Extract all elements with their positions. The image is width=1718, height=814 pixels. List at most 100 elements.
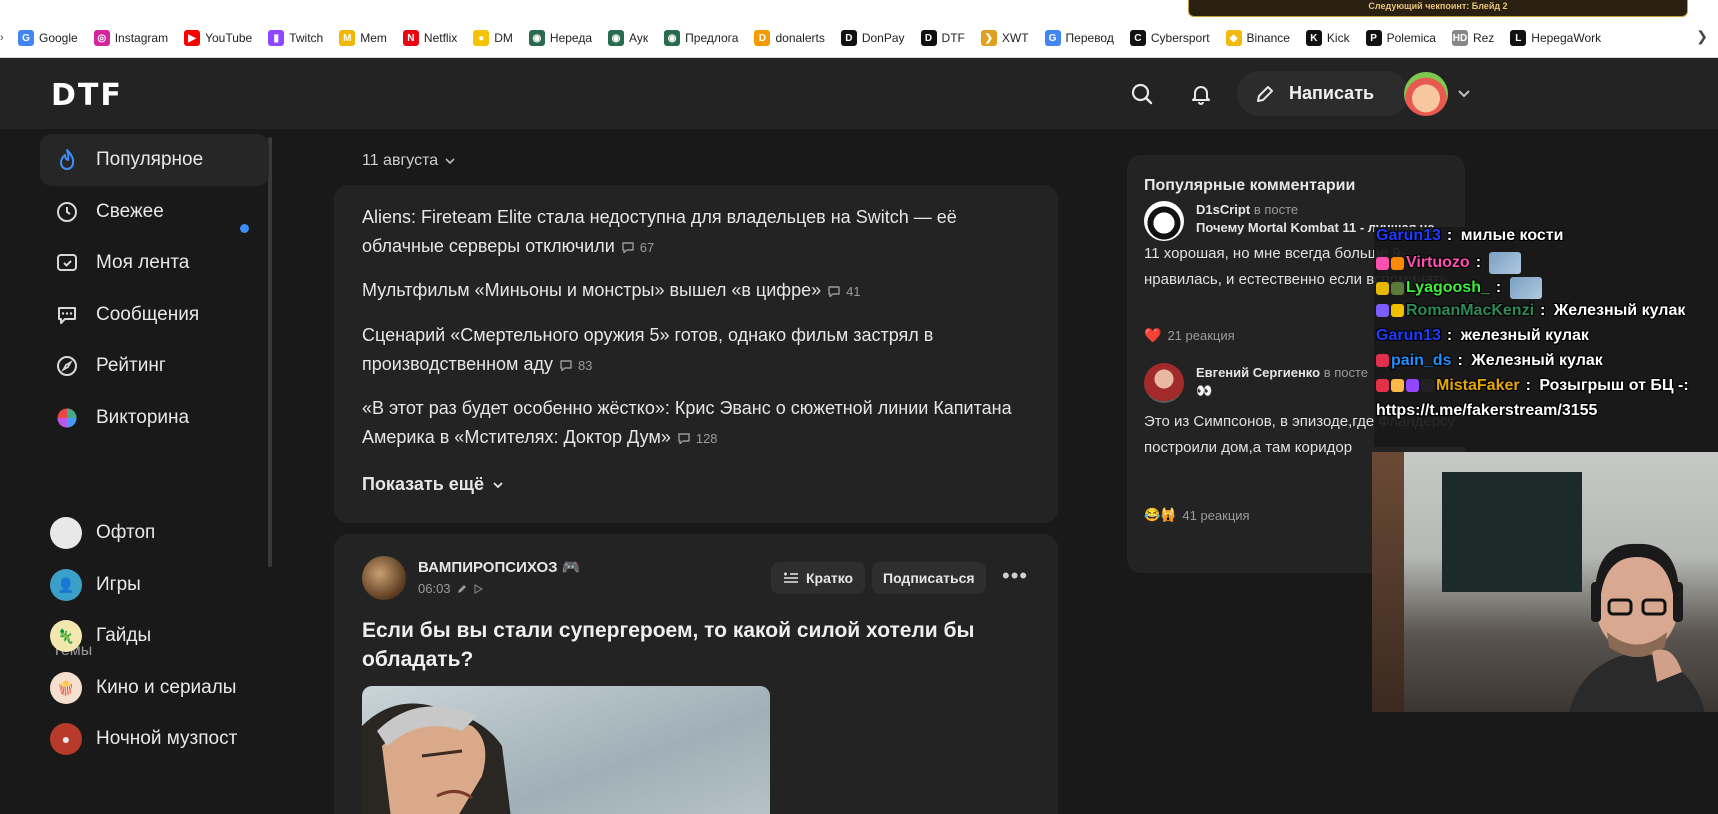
bookmark-label: Cybersport (1150, 31, 1210, 45)
notifications-bell-icon[interactable] (1190, 83, 1212, 110)
write-post-button[interactable]: Написать (1237, 71, 1409, 116)
bookmark-item[interactable]: M Mem (339, 30, 387, 46)
comment-in-post: в посте (1323, 365, 1369, 380)
chevron-down-icon[interactable] (1457, 86, 1471, 104)
chat-badge-icon (1376, 281, 1389, 295)
bookmark-item[interactable]: ◎ Instagram (93, 30, 169, 46)
bookmark-item[interactable]: D DTF (920, 30, 965, 46)
post-author-avatar[interactable] (362, 556, 406, 600)
chat-separator: : (1446, 227, 1457, 244)
subscribe-button[interactable]: Подписаться (872, 562, 986, 594)
topic-item[interactable]: 🌪 Офтоп (50, 513, 155, 553)
donpay-icon: D (840, 30, 857, 46)
bookmark-item[interactable]: ◉ Предлога (664, 30, 738, 46)
sidebar-item-2[interactable]: Свежее (40, 186, 269, 238)
bookmark-item[interactable]: HD Rez (1451, 30, 1495, 46)
news-item[interactable]: Мультфильм «Миньоны и монстры» вышел «в … (362, 276, 1022, 306)
sidebar-item-1[interactable]: Популярное (40, 134, 269, 186)
bookmark-label: Аук (629, 31, 649, 45)
fire-icon (54, 147, 80, 173)
bookmarks-overflow-icon[interactable]: ❯ (1696, 28, 1708, 45)
topic-label: Гайды (96, 625, 152, 646)
bookmark-label: Polemica (1386, 31, 1436, 45)
topic-item[interactable]: ● Ночной музпост (50, 719, 237, 759)
sidebar-item-5[interactable]: Рейтинг (40, 340, 269, 392)
bookmark-item[interactable]: L HepegaWork (1510, 30, 1601, 46)
topic-item[interactable]: 🍿 Кино и сериалы (50, 668, 236, 708)
topic-label: Кино и сериалы (96, 677, 237, 698)
chat-badge-icon (1421, 379, 1434, 393)
bookmark-item[interactable]: P Polemica (1365, 30, 1436, 46)
comment-post-link[interactable]: 👀 (1196, 383, 1212, 399)
bookmark-label: Нереда (549, 31, 593, 45)
unread-dot (240, 224, 249, 233)
post-title[interactable]: Если бы вы стали супергероем, то какой с… (362, 616, 1002, 674)
bookmark-item[interactable]: C Cybersport (1129, 30, 1210, 46)
bookmark-item[interactable]: N Netflix (402, 30, 457, 46)
twitch-icon: ▮ (268, 30, 285, 46)
bookmarks-left-overflow-icon[interactable]: › (0, 32, 18, 44)
bookmark-item[interactable]: G Перевод (1044, 30, 1114, 46)
bookmark-item[interactable]: D DonPay (840, 30, 905, 46)
webcam-shelf (1372, 452, 1404, 712)
bookmark-label: Mem (360, 31, 387, 45)
nereda-icon: ◉ (528, 30, 545, 46)
news-item[interactable]: «В этот раз будет особенно жёстко»: Крис… (362, 394, 1022, 453)
chat-username: pain_ds (1391, 352, 1452, 369)
bookmark-item[interactable]: ▶ YouTube (184, 30, 252, 46)
bookmark-item[interactable]: ● DM (473, 30, 513, 46)
bookmark-item[interactable]: ◉ Нереда (528, 30, 593, 46)
brief-button[interactable]: Кратко (771, 562, 866, 594)
bookmark-label: Instagram (114, 31, 169, 45)
sidebar-item-4[interactable]: Сообщения (40, 289, 269, 341)
show-more-button[interactable]: Показать ещё (362, 474, 504, 495)
comment-reactions[interactable]: ❤️ 21 реакция (1144, 327, 1235, 344)
bookmark-item[interactable]: K Kick (1305, 30, 1350, 46)
comment-count: 128 (677, 424, 718, 453)
hepegawork-icon: L (1510, 30, 1527, 46)
bookmark-label: XWT (1001, 31, 1029, 45)
mem-icon: M (339, 30, 356, 46)
news-item[interactable]: Сценарий «Смертельного оружия 5» готов, … (362, 321, 1022, 380)
chat-badge-icon (1376, 256, 1389, 270)
dtf-logo[interactable]: DTF (51, 78, 123, 113)
chat-badge-icon (1406, 379, 1419, 393)
sidebar-item-3[interactable]: Моя лента (40, 237, 269, 289)
bookmark-item[interactable]: Ddonalerts (754, 30, 825, 46)
topic-label: Игры (96, 574, 141, 595)
bookmark-item[interactable]: ◆ Binance (1225, 30, 1290, 46)
bookmark-item[interactable]: ▮ Twitch (268, 30, 323, 46)
bookmark-item[interactable]: ❯ XWT (980, 30, 1029, 46)
search-icon[interactable] (1131, 83, 1153, 110)
messages-icon (54, 302, 80, 328)
bookmark-item[interactable]: ◉ Аук (608, 30, 648, 46)
user-avatar[interactable] (1404, 72, 1448, 116)
news-title: Мультфильм «Миньоны и монстры» вышел «в … (362, 280, 822, 300)
comment-author-avatar[interactable] (1144, 363, 1184, 403)
chat-message: MistaFaker: Розыгрыш от БЦ -: (1376, 377, 1689, 395)
bookmark-label: Rez (1472, 31, 1495, 45)
comment-author[interactable]: D1sCript (1196, 202, 1250, 217)
write-post-label: Написать (1289, 83, 1375, 103)
topic-item[interactable]: 🦎 Гайды (50, 616, 151, 656)
comment-author-avatar[interactable] (1144, 201, 1184, 241)
chat-message: RomanMacKenzi: Железный кулак (1376, 302, 1685, 320)
date-selector[interactable]: 11 августа (362, 152, 456, 170)
bookmark-item[interactable]: G Google (18, 30, 78, 46)
sidebar-item-6[interactable]: Викторина (40, 392, 269, 444)
bookmark-label: Twitch (289, 31, 324, 45)
chat-text: Железный кулак (1471, 352, 1603, 369)
post-author-name[interactable]: ВАМПИРОПСИХОЗ 🎮 (418, 558, 580, 576)
comment-reactions[interactable]: 😂🙀 41 реакция (1144, 507, 1250, 523)
news-item[interactable]: Aliens: Fireteam Elite стала недоступна … (362, 203, 1022, 262)
instagram-icon: ◎ (93, 30, 110, 46)
post-time: 06:03 (418, 581, 451, 596)
play-icon (473, 583, 483, 594)
feed-icon (54, 250, 80, 276)
post-more-options-icon[interactable]: ••• (1002, 565, 1028, 587)
post-image[interactable] (362, 686, 770, 814)
comment-author[interactable]: Евгений Сергиенко (1196, 365, 1320, 380)
bookmark-label: YouTube (205, 31, 253, 45)
topic-item[interactable]: 👤 Игры (50, 565, 141, 605)
comment-count: 83 (559, 351, 592, 380)
